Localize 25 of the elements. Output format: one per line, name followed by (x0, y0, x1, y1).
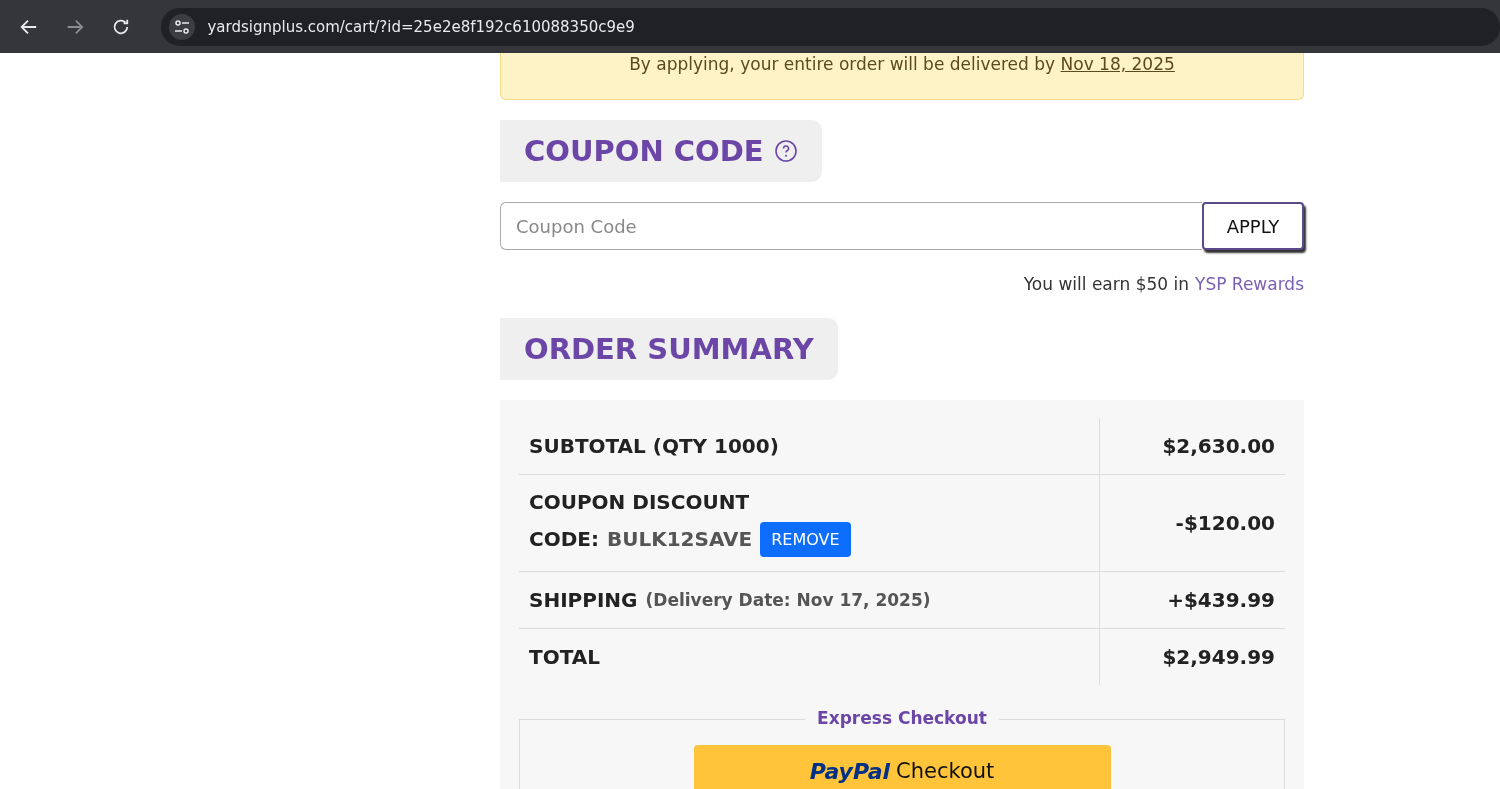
delivery-notice: By applying, your entire order will be delivered by Nov 18, 2025 (629, 53, 1175, 75)
row-label: SUBTOTAL (QTY 1000) (529, 434, 780, 458)
row-value: -$120.00 (1174, 510, 1276, 537)
rewards-text: You will earn $50 in (1023, 274, 1189, 294)
coupon-input[interactable]: Coupon Code (500, 202, 1202, 250)
coupon-code: BULK12SAVE (606, 527, 753, 551)
row-value: +$439.99 (1166, 587, 1276, 614)
express-checkout-title: Express Checkout (805, 708, 999, 728)
delivery-date-note: (Delivery Date: Nov 17, 2025) (645, 590, 931, 610)
address-bar[interactable]: yardsignplus.com/cart/?id=25e2e8f192c610088350c9e9 (161, 7, 1500, 46)
paypal-checkout-button[interactable]: PayPal Checkout (693, 745, 1111, 789)
section-heading: ORDER SUMMARY (524, 331, 814, 368)
site-settings-icon[interactable] (174, 18, 191, 35)
row-label: COUPON DISCOUNT (529, 489, 751, 514)
row-value: $2,630.00 (1161, 433, 1276, 460)
section-heading: COUPON CODE (524, 133, 764, 170)
remove-button[interactable]: REMOVE (760, 521, 851, 557)
apply-button[interactable]: APPLY (1202, 202, 1304, 250)
rewards-link[interactable]: YSP Rewards (1195, 274, 1304, 294)
help-icon[interactable] (773, 139, 798, 163)
row-value: $2,949.99 (1161, 644, 1276, 671)
url-text: yardsignplus.com/cart/?id=25e2e8f192c610088350c9e9 (207, 17, 635, 36)
row-label: SHIPPING (529, 588, 638, 612)
row-label: TOTAL (529, 645, 601, 669)
code-label: CODE: (529, 527, 599, 551)
